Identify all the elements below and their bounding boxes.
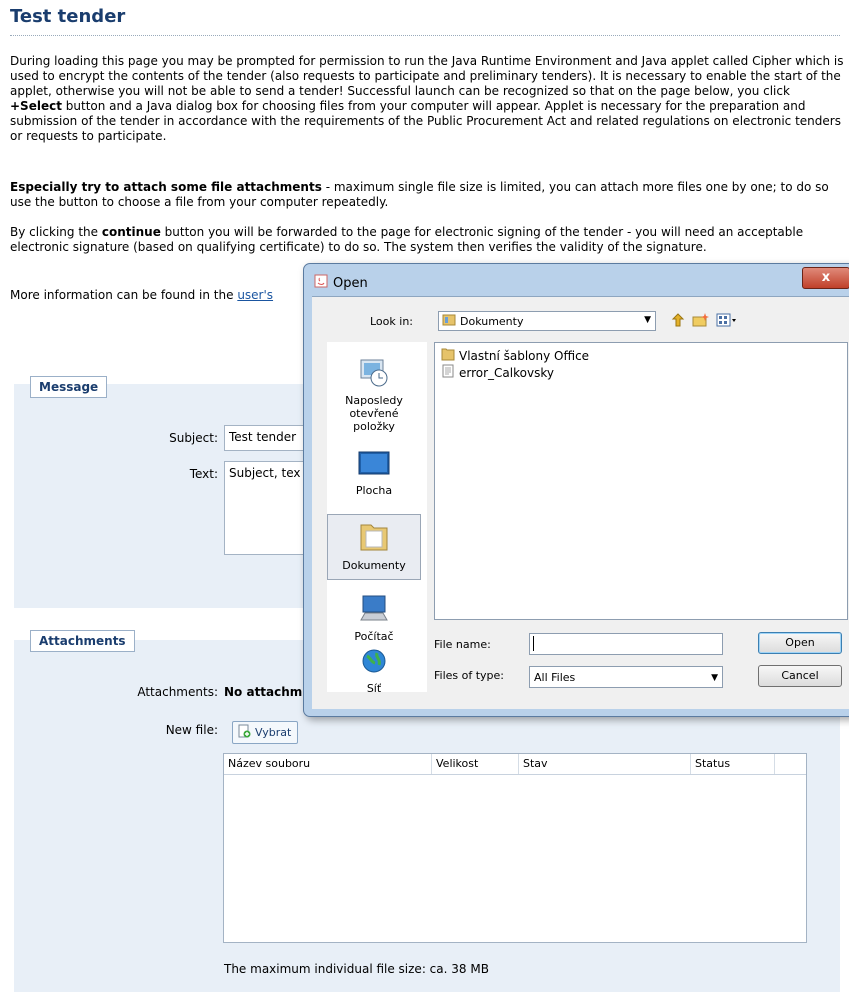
more-info-text: More information can be found in the (10, 288, 234, 302)
dialog-body: Look in: Dokumenty ▼ Naposledy otevřené … (312, 296, 849, 709)
place-recent[interactable]: Naposledy otevřené položky (327, 356, 421, 434)
files-of-type-value: All Files (534, 671, 576, 684)
place-network-label: Síť (366, 682, 382, 695)
attach-bold: Especially try to attach some file attac… (10, 180, 322, 194)
text-textarea[interactable]: Subject, tex (224, 461, 314, 555)
intro-rest: button and a Java dialog box for choosin… (10, 99, 841, 143)
attach-paragraph: Especially try to attach some file attac… (10, 180, 845, 210)
place-desktop-label: Plocha (355, 484, 393, 497)
attachments-table: Název souboru Velikost Stav Status (223, 753, 807, 943)
desktop-icon (327, 450, 421, 481)
look-in-label: Look in: (370, 315, 413, 328)
file-name-input[interactable] (529, 633, 723, 655)
file-name-label: File name: (434, 638, 491, 651)
dialog-toolbar (670, 312, 738, 331)
chevron-down-icon: ▼ (644, 315, 651, 325)
subject-label: Subject: (169, 431, 218, 445)
text-caret (533, 636, 534, 651)
cancel-button[interactable]: Cancel (758, 665, 842, 687)
place-recent-label: Naposledy otevřené položky (345, 394, 403, 433)
continue-pre: By clicking the (10, 225, 99, 239)
place-documents-label: Dokumenty (342, 559, 406, 572)
col-spacer (775, 754, 806, 774)
place-computer-label: Počítač (354, 630, 394, 643)
table-header: Název souboru Velikost Stav Status (224, 754, 806, 775)
col-filename[interactable]: Název souboru (224, 754, 432, 774)
intro-paragraph: During loading this page you may be prom… (10, 54, 845, 144)
text-label: Text: (189, 467, 218, 481)
places-bar: Naposledy otevřené položky Plocha Dokume… (327, 342, 427, 695)
user-guide-link[interactable]: user's (237, 288, 273, 302)
look-in-select[interactable]: Dokumenty ▼ (438, 311, 656, 331)
folder-icon (442, 314, 456, 329)
computer-icon (327, 594, 421, 627)
dialog-title: Open (333, 275, 368, 291)
col-status[interactable]: Status (691, 754, 775, 774)
message-legend: Message (30, 376, 108, 398)
documents-folder-icon (328, 521, 420, 556)
recent-items-icon (327, 356, 421, 391)
place-desktop[interactable]: Plocha (327, 450, 421, 500)
files-of-type-label: Files of type: (434, 669, 505, 682)
list-item[interactable]: error_Calkovsky (441, 364, 554, 381)
open-button[interactable]: Open (758, 632, 842, 654)
col-size[interactable]: Velikost (432, 754, 519, 774)
subject-input[interactable]: Test tender (224, 425, 314, 451)
add-file-icon (237, 724, 251, 741)
place-documents[interactable]: Dokumenty (327, 514, 421, 580)
chevron-down-icon: ▼ (711, 673, 718, 683)
new-file-label: New file: (165, 723, 218, 737)
attachments-label: Attachments: (137, 685, 218, 699)
files-of-type-select[interactable]: All Files ▼ (529, 666, 723, 688)
list-item[interactable]: Vlastní šablony Office (441, 347, 589, 364)
new-folder-icon[interactable] (692, 312, 710, 331)
up-folder-icon[interactable] (670, 312, 686, 331)
place-network[interactable]: Síť (327, 648, 421, 695)
page-title: Test tender (10, 6, 840, 36)
dialog-titlebar: Open (314, 274, 368, 292)
col-state[interactable]: Stav (519, 754, 691, 774)
file-name: Vlastní šablony Office (459, 348, 590, 363)
view-menu-icon[interactable] (716, 313, 738, 330)
select-file-button[interactable]: Vybrat (232, 721, 299, 744)
intro-text: During loading this page you may be prom… (10, 54, 844, 98)
file-list: Vlastní šablony Office error_Calkovsky (434, 342, 848, 620)
look-in-value: Dokumenty (460, 314, 524, 328)
intro-select-bold: +Select (10, 99, 62, 113)
continue-paragraph: By clicking the continue button you will… (10, 225, 845, 255)
folder-icon (441, 347, 455, 364)
java-icon (314, 274, 328, 292)
continue-bold: continue (101, 225, 161, 239)
attachments-value: No attachm (224, 685, 303, 699)
max-size-note: The maximum individual file size: ca. 38… (224, 962, 489, 976)
dialog-close-button[interactable]: x (802, 267, 849, 289)
open-dialog: Open x Look in: Dokumenty ▼ Naposledy ot… (303, 263, 849, 717)
file-name: error_Calkovsky (459, 365, 554, 380)
network-globe-icon (327, 648, 421, 679)
text-file-icon (441, 364, 455, 381)
attachments-legend: Attachments (30, 630, 135, 652)
select-file-label: Vybrat (255, 726, 292, 739)
place-computer[interactable]: Počítač (327, 594, 421, 644)
